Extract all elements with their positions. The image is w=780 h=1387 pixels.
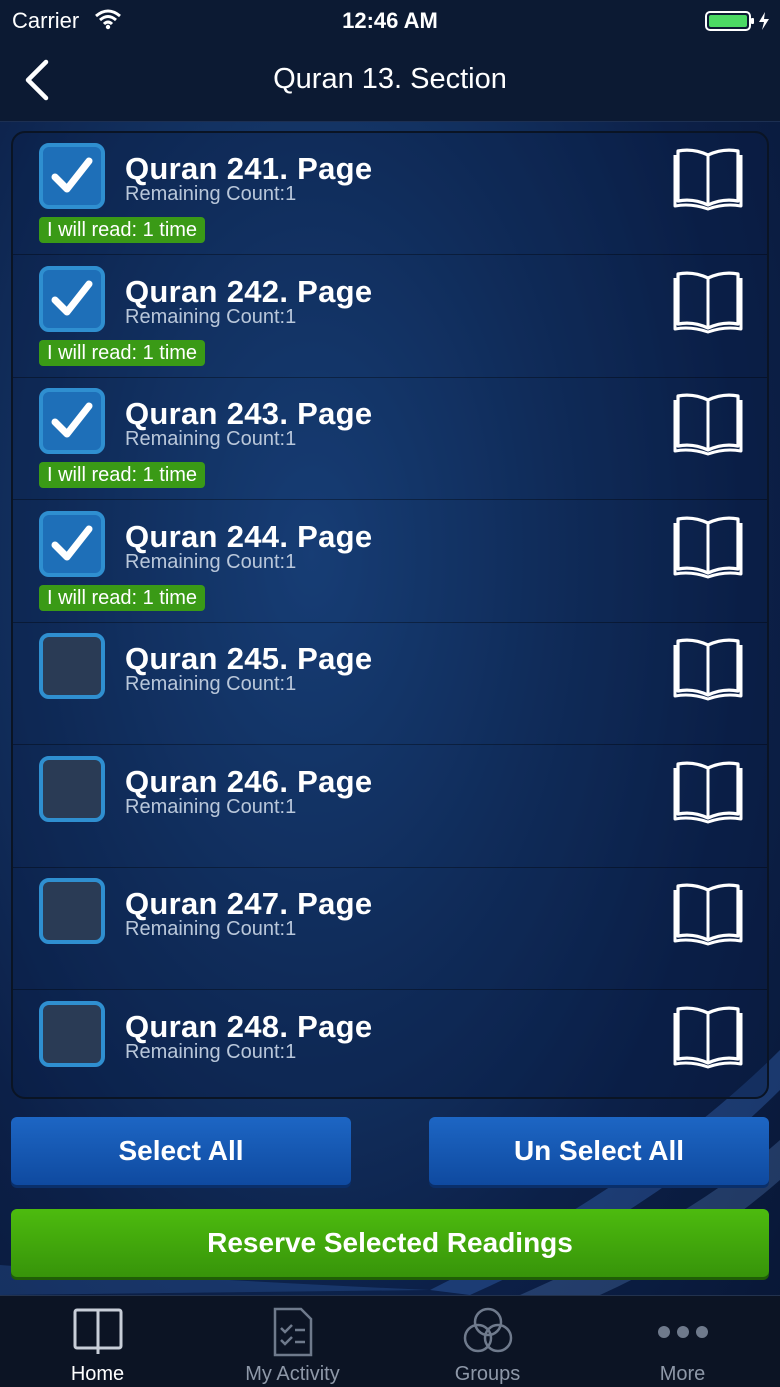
checkbox[interactable] (39, 878, 105, 944)
tab-bar: Home My Activity Groups More (0, 1295, 780, 1387)
list-item[interactable]: Quran 241. Page Remaining Count:1 I will r… (13, 133, 767, 255)
remaining-count: Remaining Count:1 (125, 305, 297, 328)
remaining-count: Remaining Count:1 (125, 1040, 297, 1063)
checkbox[interactable] (39, 265, 105, 332)
open-book-icon[interactable] (673, 758, 743, 829)
remaining-count: Remaining Count:1 (125, 673, 297, 695)
remaining-count: Remaining Count:1 (125, 428, 297, 450)
open-book-icon[interactable] (673, 268, 743, 339)
book-icon (72, 1306, 124, 1363)
list-item[interactable]: Quran 245. Page Remaining Count:1 (13, 623, 767, 745)
tab-label: Groups (454, 1363, 521, 1385)
tab-groups[interactable]: Groups (390, 1296, 585, 1387)
open-book-icon[interactable] (673, 145, 743, 216)
read-count-badge: I will read: 1 time (39, 217, 206, 243)
read-count-badge: I will read: 1 time (39, 584, 206, 611)
remaining-count: Remaining Count:1 (125, 183, 297, 205)
remaining-count: Remaining Count:1 (125, 918, 297, 940)
reading-list[interactable]: Quran 241. Page Remaining Count:1 I will r… (11, 131, 769, 1099)
list-item[interactable]: Quran 246. Page Remaining Count:1 (13, 746, 767, 868)
navigation-bar: Quran 13. Section (0, 40, 780, 122)
remaining-count: Remaining Count:1 (125, 550, 297, 573)
list-item[interactable]: Quran 248. Page Remaining Count:1 (13, 991, 767, 1098)
tab-label: More (659, 1363, 706, 1385)
open-book-icon[interactable] (673, 513, 743, 584)
page-name: Quran 244. Page (125, 518, 373, 554)
status-time: 12:46 AM (342, 8, 438, 33)
tab-more[interactable]: More (585, 1296, 780, 1387)
tab-label: My Activity (245, 1363, 340, 1385)
list-item[interactable]: Quran 243. Page Remaining Count:1 I will r… (13, 378, 767, 500)
page-name: Quran 243. Page (125, 396, 373, 431)
page-name: Quran 245. Page (125, 641, 373, 676)
list-item[interactable]: Quran 242. Page Remaining Count:1 I will r… (13, 256, 767, 378)
checklist-icon (267, 1306, 319, 1363)
open-book-icon[interactable] (673, 1003, 743, 1074)
tab-label: Home (70, 1363, 125, 1385)
checkbox[interactable] (39, 1000, 105, 1067)
page-name: Quran 248. Page (125, 1008, 373, 1044)
page-name: Quran 242. Page (125, 273, 373, 309)
list-item[interactable]: Quran 247. Page Remaining Count:1 (13, 868, 767, 990)
page-title: Quran 13. Section (273, 63, 507, 95)
unselect-all-button[interactable]: Un Select All (429, 1117, 769, 1185)
open-book-icon[interactable] (673, 880, 743, 951)
checkbox[interactable] (39, 755, 105, 822)
page-name: Quran 247. Page (125, 886, 373, 921)
groups-icon (462, 1306, 514, 1363)
tab-home[interactable]: Home (0, 1296, 195, 1387)
read-count-badge: I will read: 1 time (39, 339, 206, 366)
list-item[interactable]: Quran 244. Page Remaining Count:1 I will r… (13, 501, 767, 623)
page-name: Quran 241. Page (125, 151, 373, 186)
select-all-button[interactable]: Select All (11, 1117, 351, 1185)
read-count-badge: I will read: 1 time (39, 462, 206, 488)
checkbox[interactable] (39, 510, 105, 577)
battery-icon (705, 10, 773, 37)
open-book-icon[interactable] (673, 635, 743, 706)
checkbox[interactable] (39, 143, 105, 209)
open-book-icon[interactable] (673, 390, 743, 461)
checkbox[interactable] (39, 633, 105, 699)
more-dots-icon (657, 1306, 709, 1363)
tab-my-activity[interactable]: My Activity (195, 1296, 390, 1387)
page-name: Quran 246. Page (125, 763, 373, 799)
reserve-selected-button[interactable]: Reserve Selected Readings (11, 1209, 769, 1277)
remaining-count: Remaining Count:1 (125, 795, 297, 818)
checkbox[interactable] (39, 388, 105, 454)
status-bar: Carrier 12:46 AM (0, 0, 780, 40)
